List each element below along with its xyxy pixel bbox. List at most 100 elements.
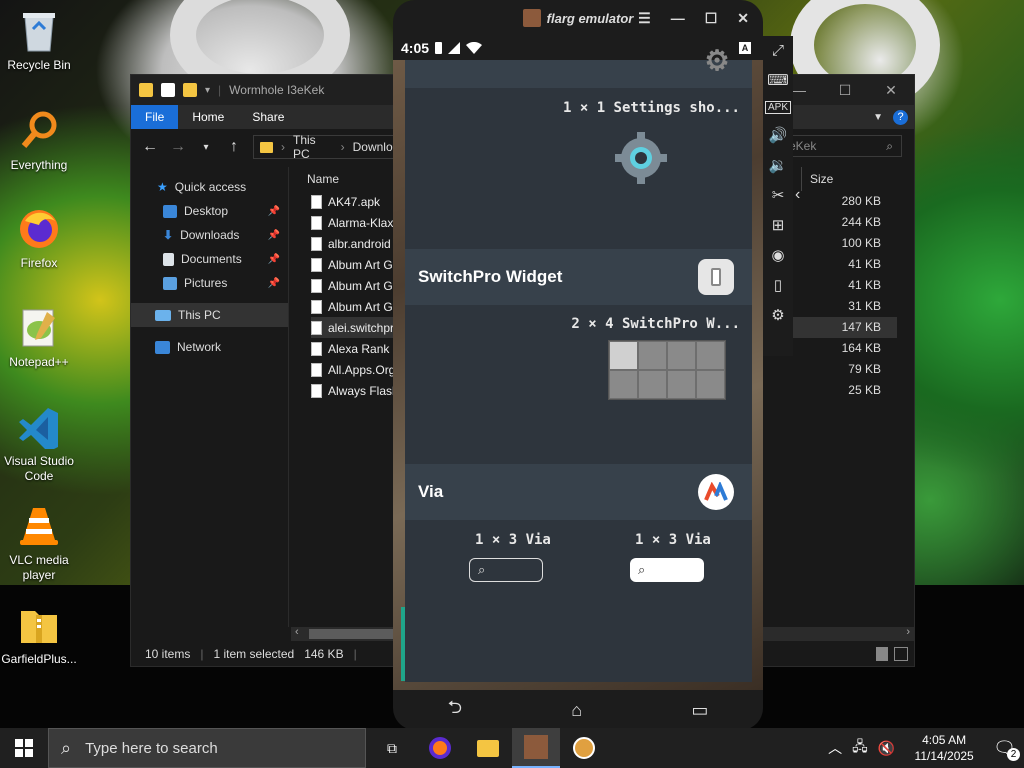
desktop-icon-vlc[interactable]: VLC media player bbox=[0, 503, 78, 583]
forward-arrow-icon[interactable]: → bbox=[169, 138, 187, 156]
widget-app-header[interactable]: ⚙ bbox=[405, 45, 752, 88]
maximize-button[interactable]: ☐ bbox=[705, 10, 718, 27]
taskbar-file-explorer[interactable] bbox=[464, 728, 512, 768]
nav-network[interactable]: Network bbox=[131, 335, 288, 359]
emulator-window[interactable]: flarg emulator ☰ — ☐ ✕ 4:05 A ⚙ 1 × 1 Se… bbox=[393, 0, 763, 730]
tab-share[interactable]: Share bbox=[238, 105, 298, 129]
widget-app-header[interactable]: SwitchPro Widget bbox=[405, 249, 752, 305]
volume-down-icon[interactable]: 🔉 bbox=[769, 156, 788, 174]
scroll-right-icon[interactable]: › bbox=[906, 626, 910, 638]
pin-icon[interactable]: 📌 bbox=[268, 254, 280, 265]
help-icon[interactable]: ? bbox=[893, 109, 908, 125]
shake-icon[interactable]: ▯ bbox=[774, 276, 782, 294]
recent-locations-icon[interactable]: ▾ bbox=[197, 142, 215, 153]
notepadpp-icon bbox=[16, 305, 62, 351]
column-header-size[interactable]: Size bbox=[801, 167, 881, 191]
file-icon bbox=[311, 341, 322, 356]
recents-nav-icon[interactable]: ▭ bbox=[691, 700, 708, 721]
volume-up-icon[interactable]: 🔊 bbox=[769, 126, 788, 144]
settings-gear-icon[interactable]: ⚙ bbox=[771, 306, 784, 324]
file-size: 244 KB bbox=[841, 215, 881, 229]
location-pin-icon[interactable]: ◉ bbox=[771, 246, 784, 264]
desktop-icon-everything[interactable]: Everything bbox=[0, 108, 78, 173]
desktop-icon-label: GarfieldPlus... bbox=[1, 652, 77, 666]
properties-icon[interactable] bbox=[161, 83, 175, 97]
desktop-icon-vscode[interactable]: Visual Studio Code bbox=[0, 404, 78, 484]
phone-screen[interactable]: ⚙ 1 × 1 Settings sho... SwitchPro Widget bbox=[393, 45, 763, 690]
large-icons-view-icon[interactable] bbox=[894, 647, 908, 661]
settings-widget-preview[interactable] bbox=[613, 130, 669, 186]
task-view-button[interactable]: ⧉ bbox=[368, 728, 416, 768]
file-icon bbox=[311, 236, 322, 251]
taskbar-search-box[interactable]: ⌕ Type here to search bbox=[48, 728, 366, 768]
widget-app-name: SwitchPro Widget bbox=[418, 267, 563, 286]
close-button[interactable]: ✕ bbox=[737, 10, 749, 27]
pictures-icon bbox=[163, 276, 177, 290]
nav-pictures[interactable]: Pictures 📌 bbox=[131, 271, 288, 295]
address-box[interactable]: › This PC › Downloads bbox=[253, 133, 413, 161]
collapse-toolbar-icon[interactable]: ‹ bbox=[795, 186, 800, 204]
new-folder-icon[interactable] bbox=[183, 83, 197, 97]
close-button[interactable]: ✕ bbox=[868, 75, 914, 105]
volume-muted-icon[interactable]: 🔇 bbox=[878, 740, 895, 757]
breadcrumb-this-pc[interactable]: This PC bbox=[293, 133, 333, 161]
widget-app-header[interactable]: Via bbox=[405, 464, 752, 520]
switchpro-widget-preview[interactable] bbox=[608, 340, 726, 400]
notification-center-button[interactable]: 🗨 2 bbox=[993, 738, 1020, 761]
up-arrow-icon[interactable]: ↑ bbox=[225, 138, 243, 156]
nav-documents[interactable]: Documents 📌 bbox=[131, 247, 288, 271]
nav-quick-access[interactable]: ★ Quick access bbox=[131, 175, 288, 199]
recycle-bin-icon bbox=[16, 8, 62, 54]
add-instance-icon[interactable]: ⊞ bbox=[772, 216, 785, 234]
desktop-icon-notepadpp[interactable]: Notepad++ bbox=[0, 305, 78, 370]
back-arrow-icon[interactable]: ← bbox=[141, 138, 159, 156]
chevron-right-icon: › bbox=[340, 140, 345, 154]
file-name: Album Art G bbox=[328, 257, 393, 272]
desktop-icon-firefox[interactable]: Firefox bbox=[0, 206, 78, 271]
widget-picker[interactable]: ⚙ 1 × 1 Settings sho... SwitchPro Widget bbox=[405, 45, 752, 682]
file-name: alei.switchpr bbox=[328, 320, 395, 335]
minimize-button[interactable]: — bbox=[671, 10, 685, 26]
start-button[interactable] bbox=[0, 728, 48, 768]
chevron-up-icon[interactable]: ︿ bbox=[828, 738, 842, 758]
via-search-widget-light[interactable]: ⌕ bbox=[630, 558, 704, 582]
emulator-titlebar[interactable]: flarg emulator ☰ — ☐ ✕ bbox=[393, 0, 763, 36]
pin-icon[interactable]: 📌 bbox=[268, 230, 280, 241]
pin-icon[interactable]: 📌 bbox=[268, 278, 280, 289]
network-icon[interactable]: 🖧 bbox=[852, 736, 868, 760]
keyboard-icon[interactable]: ⌨ bbox=[767, 71, 789, 89]
taskbar-emulator[interactable] bbox=[512, 728, 560, 768]
nav-this-pc[interactable]: This PC bbox=[131, 303, 288, 327]
clock[interactable]: 4:05 AM 11/14/2025 bbox=[905, 732, 983, 764]
back-nav-icon[interactable]: ⮌ bbox=[448, 695, 462, 725]
taskbar-firefox[interactable] bbox=[416, 728, 464, 768]
keyboard-indicator-icon: A bbox=[739, 42, 751, 54]
nav-downloads[interactable]: ⬇ Downloads 📌 bbox=[131, 223, 288, 247]
maximize-button[interactable]: ☐ bbox=[822, 75, 868, 105]
tab-file[interactable]: File bbox=[131, 105, 179, 129]
file-size: 25 KB bbox=[848, 383, 881, 397]
notification-count-badge: 2 bbox=[1007, 747, 1020, 761]
fullscreen-icon[interactable]: ⤢ bbox=[772, 42, 784, 59]
desktop-icon-garfieldplus[interactable]: GarfieldPlus... bbox=[0, 602, 78, 667]
desktop-icon-recycle-bin[interactable]: Recycle Bin bbox=[0, 8, 78, 73]
app-icon bbox=[573, 737, 595, 759]
scroll-left-icon[interactable]: ‹ bbox=[295, 626, 299, 638]
navigation-pane: ★ Quick access Desktop 📌 ⬇ Downloads 📌 D… bbox=[131, 167, 289, 627]
cut-icon[interactable]: ✂ bbox=[772, 186, 785, 204]
tab-home[interactable]: Home bbox=[178, 105, 238, 129]
dropdown-icon[interactable]: ▾ bbox=[205, 85, 210, 96]
details-view-icon[interactable] bbox=[876, 647, 888, 661]
taskbar-app[interactable] bbox=[560, 728, 608, 768]
file-size: 79 KB bbox=[848, 362, 881, 376]
file-name: All.Apps.Org bbox=[328, 362, 396, 377]
install-apk-icon[interactable]: APK bbox=[764, 101, 791, 114]
via-search-widget-dark[interactable]: ⌕ bbox=[469, 558, 543, 582]
chevron-down-icon[interactable]: ▼ bbox=[873, 112, 883, 123]
nav-desktop[interactable]: Desktop 📌 bbox=[131, 199, 288, 223]
menu-icon[interactable]: ☰ bbox=[638, 10, 651, 27]
separator: | bbox=[353, 647, 357, 661]
pin-icon[interactable]: 📌 bbox=[268, 206, 280, 217]
column-header-name[interactable]: Name bbox=[307, 172, 339, 186]
home-nav-icon[interactable]: ⌂ bbox=[571, 700, 582, 721]
